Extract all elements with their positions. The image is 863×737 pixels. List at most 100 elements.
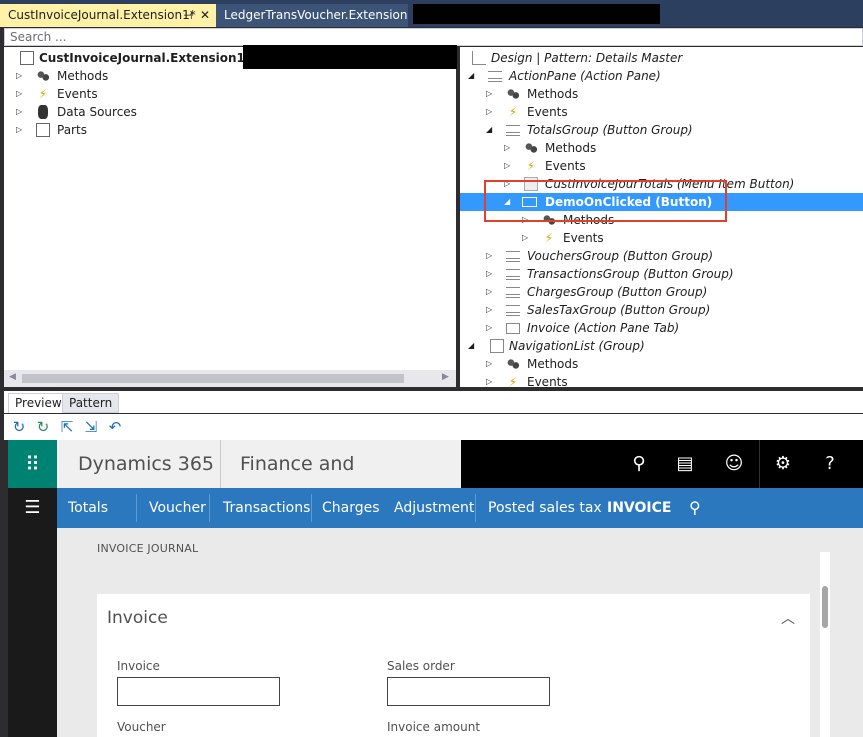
refresh-alt-icon[interactable]: ↻ [34, 418, 52, 436]
expand-arrow-icon[interactable]: ▷ [16, 85, 26, 103]
button-group-icon [506, 269, 520, 280]
expand-arrow-icon[interactable]: ▷ [486, 319, 496, 337]
action-search-icon[interactable]: ⚲ [689, 488, 701, 528]
search-placeholder: Search ... [10, 30, 67, 44]
tree-item-events[interactable]: ▷ ⚡ Events [486, 103, 846, 121]
expand-arrow-icon[interactable]: ▷ [486, 85, 496, 103]
collapse-arrow-icon[interactable]: ◢ [468, 337, 478, 355]
tree-item-methods[interactable]: ▷ Methods [504, 139, 844, 157]
tab-custinvoicejournal-extension1[interactable]: CustInvoiceJournal.Extension1* ⊣ ✕ [0, 4, 216, 27]
message-icon[interactable]: ▤ [661, 440, 709, 488]
tree-item-chargesgroup[interactable]: ▷ ChargesGroup (Button Group) [486, 283, 856, 301]
tree-item-actionpane[interactable]: ◢ ActionPane (Action Pane) [468, 67, 858, 85]
action-totals[interactable]: Totals [68, 488, 108, 528]
expand-arrow-icon[interactable]: ▷ [486, 283, 496, 301]
help-icon[interactable]: ? [806, 440, 854, 488]
pin-icon[interactable]: ⊣ [183, 4, 193, 27]
expand-arrow-icon[interactable]: ▷ [16, 103, 26, 121]
expand-arrow-icon[interactable]: ▷ [16, 121, 26, 139]
tree-item-label: Methods [545, 141, 597, 155]
expand-arrow-icon[interactable]: ▷ [486, 265, 496, 283]
expand-arrow-icon[interactable]: ▷ [522, 229, 532, 247]
tree-item-label: NavigationList (Group) [509, 339, 645, 353]
hamburger-menu-icon[interactable]: ☰ [8, 488, 57, 528]
action-separator [136, 494, 137, 522]
tree-item-events[interactable]: ▷ ⚡ Events [504, 157, 844, 175]
tree-item-events[interactable]: ▷ ⚡ Events [486, 373, 846, 387]
action-charges[interactable]: Charges [322, 488, 380, 528]
expand-arrow-icon[interactable]: ▷ [504, 157, 514, 175]
open-external-icon[interactable]: ⇱ [58, 418, 76, 436]
database-icon [38, 105, 48, 119]
tree-item-invoice-tab[interactable]: ▷ Invoice (Action Pane Tab) [486, 319, 856, 337]
action-voucher[interactable]: Voucher [149, 488, 206, 528]
form-icon [20, 51, 34, 65]
tree-item-transactionsgroup[interactable]: ▷ TransactionsGroup (Button Group) [486, 265, 856, 283]
refresh-icon[interactable]: ↻ [10, 418, 28, 436]
redacted-area [413, 4, 660, 24]
close-icon[interactable]: ✕ [200, 4, 210, 27]
expand-arrow-icon[interactable]: ▷ [486, 301, 496, 319]
action-posted-sales-tax[interactable]: Posted sales tax [488, 488, 602, 528]
tree-item-label: ActionPane (Action Pane) [509, 69, 661, 83]
sales-order-field[interactable] [387, 677, 550, 706]
tree-item-events[interactable]: ▷ ⚡ Events [522, 229, 842, 247]
collapse-arrow-icon[interactable]: ◢ [468, 67, 478, 85]
search-icon[interactable]: ⚲ [615, 440, 663, 488]
expand-arrow-icon[interactable]: ▷ [486, 355, 496, 373]
expand-arrow-icon[interactable]: ▷ [504, 139, 514, 157]
action-adjustment[interactable]: Adjustment [394, 488, 474, 528]
tree-item-design[interactable]: Design | Pattern: Details Master [470, 49, 860, 67]
gear-icon[interactable]: ⚙ [759, 440, 807, 488]
invoice-field[interactable] [117, 677, 280, 706]
preview-tab-bar: Preview Pattern [4, 391, 863, 413]
action-transactions[interactable]: Transactions [223, 488, 310, 528]
tab-ledgertransvoucher-extension[interactable]: LedgerTransVoucher.Extension [216, 4, 408, 27]
collapse-arrow-icon[interactable]: ◢ [486, 121, 496, 139]
methods-icon [506, 357, 520, 371]
tree-item-methods[interactable]: ▷ Methods [486, 355, 846, 373]
tree-root[interactable]: CustInvoiceJournal.Extension1 (usr) [20, 49, 282, 67]
scroll-left-icon[interactable]: ◀ [9, 372, 16, 382]
voucher-label: Voucher [117, 720, 166, 732]
scrollbar-thumb[interactable] [22, 374, 404, 383]
export-icon[interactable]: ⇲ [82, 418, 100, 436]
product-title: Finance and Operations [221, 440, 461, 523]
tab-preview[interactable]: Preview [8, 393, 69, 413]
tree-item-label: Events [563, 231, 604, 245]
d365-header: ⠿ Dynamics 365 Finance and Operations ⚲ … [8, 440, 863, 523]
tab-label: LedgerTransVoucher.Extension [224, 8, 408, 22]
scrollbar-thumb[interactable] [822, 586, 828, 628]
page-title: INVOICE JOURNAL [97, 542, 199, 555]
action-tab-invoice[interactable]: INVOICE [607, 488, 671, 528]
tree-item-events[interactable]: ▷ ⚡ Events [16, 85, 216, 103]
events-icon: ⚡ [508, 375, 518, 387]
vertical-scrollbar[interactable] [820, 552, 830, 737]
tree-item-totalsgroup[interactable]: ◢ TotalsGroup (Button Group) [486, 121, 856, 139]
scroll-right-icon[interactable]: ▶ [442, 372, 449, 382]
expand-arrow-icon[interactable]: ▷ [486, 103, 496, 121]
search-input[interactable]: Search ... [4, 28, 863, 46]
tab-pattern[interactable]: Pattern [62, 393, 120, 413]
preview-toolbar: ↻ ↻ ⇱ ⇲ ↶ [4, 414, 863, 440]
tree-item-parts[interactable]: ▷ Parts [16, 121, 216, 139]
expand-arrow-icon[interactable]: ▷ [486, 247, 496, 265]
tree-item-vouchersgroup[interactable]: ▷ VouchersGroup (Button Group) [486, 247, 856, 265]
feedback-smiley-icon[interactable]: ☺ [710, 440, 758, 488]
tree-item-salestaxgroup[interactable]: ▷ SalesTaxGroup (Button Group) [486, 301, 856, 319]
expand-arrow-icon[interactable]: ▷ [486, 373, 496, 387]
navigation-rail: ☰ [8, 488, 57, 737]
brand-title[interactable]: Dynamics 365 [57, 440, 221, 488]
undo-icon[interactable]: ↶ [106, 418, 124, 436]
app-launcher-icon[interactable]: ⠿ [8, 440, 57, 488]
fasttab-title[interactable]: Invoice [107, 608, 168, 628]
chevron-up-icon[interactable]: ︿ [781, 608, 795, 628]
tree-item-data-sources[interactable]: ▷ Data Sources [16, 103, 216, 121]
tree-item-methods[interactable]: ▷ Methods [16, 67, 216, 85]
tree-item-navigationlist[interactable]: ◢ NavigationList (Group) [468, 337, 858, 355]
tree-item-methods[interactable]: ▷ Methods [486, 85, 846, 103]
tree-item-label: TransactionsGroup (Button Group) [527, 267, 734, 281]
expand-arrow-icon[interactable]: ▷ [16, 67, 26, 85]
horizontal-scrollbar[interactable]: ◀ ▶ [4, 370, 456, 387]
tree-item-label: Events [527, 105, 568, 119]
